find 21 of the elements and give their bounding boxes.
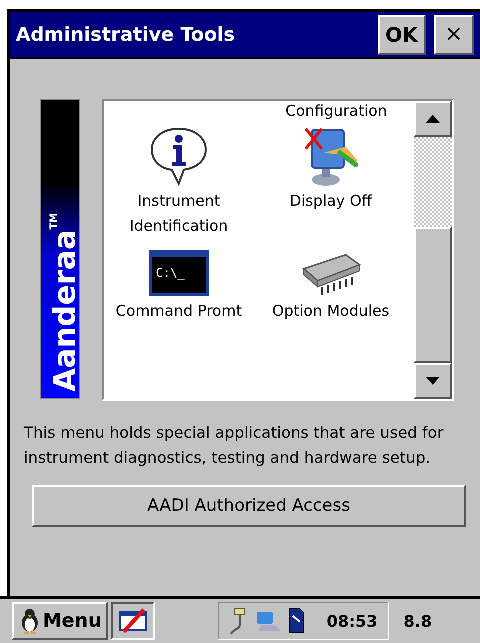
item-label[interactable]: Configuration xyxy=(286,101,388,121)
start-menu-button[interactable]: Menu xyxy=(12,602,108,640)
item-label[interactable]: Instrument Identification xyxy=(114,189,244,243)
input-panel-button[interactable] xyxy=(110,602,155,640)
memory-card-icon[interactable] xyxy=(288,608,305,634)
description-text: This menu holds special applications that are used for instrument diagnostics, testing and hardware setup. xyxy=(24,423,445,469)
item-label[interactable]: Command Promt xyxy=(114,299,244,353)
keyboard-pen-icon xyxy=(118,608,148,634)
status-indicator[interactable]: 8.8 xyxy=(392,612,438,630)
item-label[interactable]: Option Modules xyxy=(266,299,396,353)
window-title: Administrative Tools xyxy=(16,24,236,46)
item-label[interactable]: Display Off xyxy=(266,189,396,243)
clock[interactable]: 08:53 xyxy=(326,612,378,630)
prompt-text: C:\_ xyxy=(156,266,185,280)
ok-button[interactable]: OK xyxy=(378,14,426,54)
scrollbar[interactable] xyxy=(414,101,452,399)
arrow-up-icon[interactable] xyxy=(426,115,440,123)
authorized-access-button[interactable]: AADI Authorized Access xyxy=(32,485,466,527)
command-prompt-icon[interactable]: C:\_ xyxy=(146,247,212,299)
arrow-down-icon[interactable] xyxy=(426,377,440,385)
close-button[interactable]: × xyxy=(434,14,474,54)
